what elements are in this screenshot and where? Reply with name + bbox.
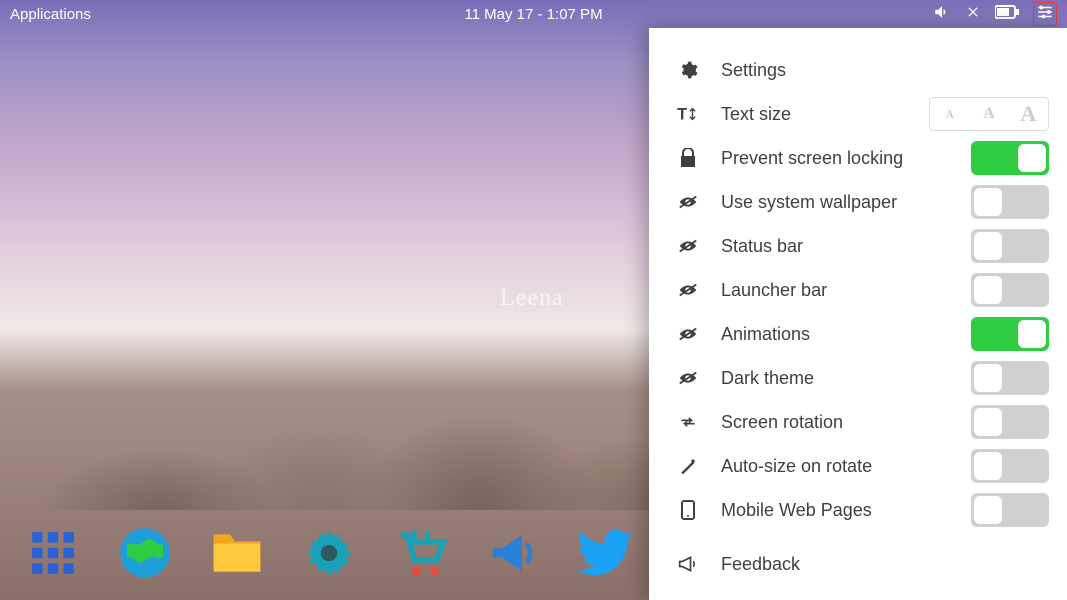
status-bar-label: Status bar	[721, 236, 971, 257]
system-wallpaper-row: Use system wallpaper	[649, 180, 1067, 224]
prevent-lock-row: Prevent screen locking	[649, 136, 1067, 180]
feedback-label: Feedback	[721, 554, 1049, 575]
top-bar: Applications 11 May 17 - 1:07 PM	[0, 0, 1067, 28]
animations-toggle[interactable]	[971, 317, 1049, 351]
eye-off-icon	[673, 326, 703, 342]
dock-apps-grid[interactable]	[24, 524, 82, 582]
text-size-label: Text size	[721, 104, 929, 125]
status-bar-toggle[interactable]	[971, 229, 1049, 263]
dark-theme-toggle[interactable]	[971, 361, 1049, 395]
dock-shopping-cart[interactable]	[392, 524, 450, 582]
mobile-web-toggle[interactable]	[971, 493, 1049, 527]
lock-icon	[673, 148, 703, 168]
mobile-web-row: Mobile Web Pages	[649, 488, 1067, 532]
dock	[24, 524, 634, 582]
text-size-row: T Text size AAA	[649, 92, 1067, 136]
auto-size-toggle[interactable]	[971, 449, 1049, 483]
volume-icon[interactable]	[933, 3, 951, 25]
mobile-icon	[673, 500, 703, 520]
text-size-icon: T	[673, 105, 703, 123]
auto-size-label: Auto-size on rotate	[721, 456, 971, 477]
settings-header: Settings	[649, 48, 1067, 92]
launcher-bar-row: Launcher bar	[649, 268, 1067, 312]
eye-off-icon	[673, 238, 703, 254]
settings-panel: Settings T Text size AAA Prevent screen …	[649, 28, 1067, 600]
mobile-web-label: Mobile Web Pages	[721, 500, 971, 521]
settings-sliders-icon[interactable]	[1033, 2, 1057, 26]
dock-settings-gear[interactable]	[300, 524, 358, 582]
animations-label: Animations	[721, 324, 971, 345]
wand-icon	[673, 456, 703, 476]
close-icon[interactable]	[965, 4, 981, 24]
dark-theme-label: Dark theme	[721, 368, 971, 389]
dark-theme-row: Dark theme	[649, 356, 1067, 400]
settings-header-label: Settings	[721, 60, 1049, 81]
rotate-icon	[673, 413, 703, 431]
eye-off-icon	[673, 194, 703, 210]
launcher-bar-label: Launcher bar	[721, 280, 971, 301]
datetime[interactable]: 11 May 17 - 1:07 PM	[464, 6, 602, 23]
megaphone-icon	[673, 555, 703, 573]
screen-rotation-label: Screen rotation	[721, 412, 971, 433]
dock-globe[interactable]	[116, 524, 174, 582]
system-tray	[933, 2, 1057, 26]
desktop: Leena Applications 11 May 17 - 1:07 PM	[0, 0, 1067, 600]
system-wallpaper-label: Use system wallpaper	[721, 192, 971, 213]
screen-rotation-row: Screen rotation	[649, 400, 1067, 444]
dock-folder[interactable]	[208, 524, 266, 582]
auto-size-row: Auto-size on rotate	[649, 444, 1067, 488]
prevent-lock-label: Prevent screen locking	[721, 148, 971, 169]
animations-row: Animations	[649, 312, 1067, 356]
feedback-row[interactable]: Feedback	[649, 542, 1067, 586]
gear-icon	[673, 60, 703, 80]
battery-icon[interactable]	[995, 5, 1019, 23]
wallpaper-watermark: Leena	[500, 285, 564, 312]
screen-rotation-toggle[interactable]	[971, 405, 1049, 439]
dock-twitter[interactable]	[576, 524, 634, 582]
eye-off-icon	[673, 370, 703, 386]
launcher-bar-toggle[interactable]	[971, 273, 1049, 307]
eye-off-icon	[673, 282, 703, 298]
svg-text:T: T	[677, 105, 687, 123]
applications-menu[interactable]: Applications	[10, 6, 91, 23]
system-wallpaper-toggle[interactable]	[971, 185, 1049, 219]
text-size-picker[interactable]: AAA	[929, 97, 1049, 131]
status-bar-row: Status bar	[649, 224, 1067, 268]
dock-megaphone[interactable]	[484, 524, 542, 582]
prevent-lock-toggle[interactable]	[971, 141, 1049, 175]
